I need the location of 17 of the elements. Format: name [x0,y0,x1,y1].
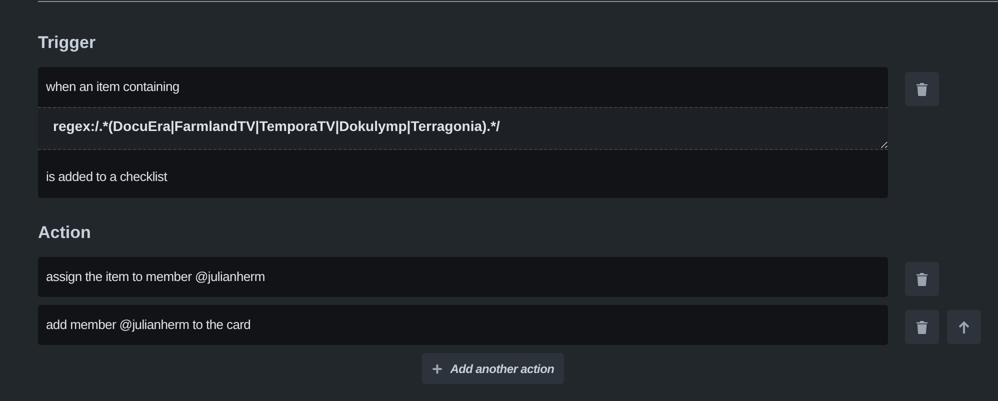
action-item: assign the item to member @julianherm [38,257,888,297]
trash-icon [916,272,928,286]
trigger-text: when an item containing [45,78,180,96]
trigger-text: is added to a checklist [45,168,168,186]
delete-button[interactable] [905,72,939,106]
section-heading: Action [38,222,92,244]
delete-button[interactable] [905,310,939,344]
delete-button[interactable] [905,262,939,296]
arrow-up-icon [958,320,970,334]
move-up-button[interactable] [947,310,981,344]
action-item: add member @julianherm to the card [38,305,888,345]
trash-icon [916,82,928,96]
regex-field[interactable]: regex:/.*(DocuEra|FarmlandTV|TemporaTV|Dokulymp|Terragonia).*/ [38,107,888,150]
trash-icon [916,320,928,334]
section-heading: Trigger [38,32,97,54]
plus-icon: + [432,360,442,378]
add-action-button[interactable]: + Add another action [422,353,564,384]
